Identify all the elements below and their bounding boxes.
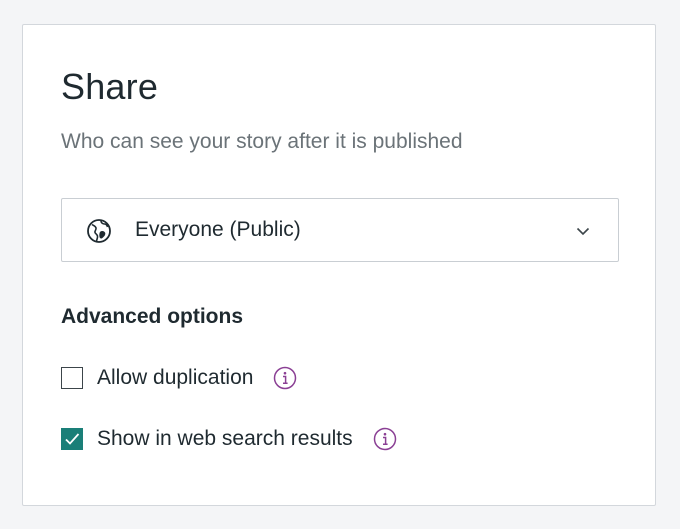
option-allow-duplication: Allow duplication [61,363,297,393]
option-show-in-web-search: Show in web search results [61,424,397,454]
allow-duplication-label[interactable]: Allow duplication [97,364,253,392]
show-in-web-search-label[interactable]: Show in web search results [97,425,353,453]
panel-subtitle: Who can see your story after it is publi… [61,130,463,153]
info-icon[interactable] [273,366,297,390]
share-panel: Share Who can see your story after it is… [22,24,656,506]
checkmark-icon [65,433,80,445]
show-in-web-search-checkbox[interactable] [61,428,83,450]
chevron-down-icon [576,227,590,236]
advanced-options-heading: Advanced options [61,305,244,328]
info-icon[interactable] [373,427,397,451]
panel-title: Share [61,66,159,107]
visibility-dropdown[interactable]: Everyone (Public) [61,198,619,262]
globe-icon [87,219,111,243]
allow-duplication-checkbox[interactable] [61,367,83,389]
visibility-selected-value: Everyone (Public) [135,218,301,241]
